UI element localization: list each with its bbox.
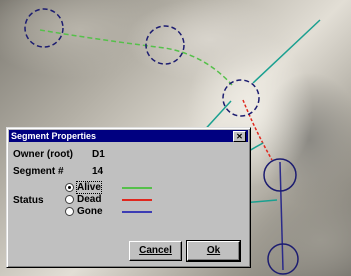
radio-button-icon[interactable] [65,183,74,192]
status-option-label: Dead [77,194,102,205]
status-label: Status [13,195,44,206]
status-option-label: Alive [76,181,102,194]
status-radio-dead[interactable]: Dead [65,194,101,205]
dead-color-swatch [122,199,152,201]
cancel-button[interactable]: Cancel [129,241,182,261]
status-radio-alive[interactable]: Alive [65,181,102,194]
alive-segment-line[interactable] [39,29,233,86]
close-icon: ✕ [236,132,243,141]
alive-color-swatch [122,187,152,189]
ok-button-label: Ok [206,245,221,256]
status-radio-gone[interactable]: Gone [65,206,103,217]
segment-node-ring[interactable] [222,79,260,117]
gone-color-swatch [122,211,152,213]
dialog-title: Segment Properties [11,131,97,141]
cancel-button-label: Cancel [139,245,172,256]
segment-node-ring[interactable] [145,25,185,65]
segment-label: Segment # [13,166,64,177]
segment-node-ring[interactable] [24,8,64,48]
segment-value: 14 [92,166,104,177]
dialog-titlebar[interactable]: Segment Properties ✕ [9,130,248,142]
owner-value: D1 [92,149,105,160]
ok-button[interactable]: Ok [186,240,241,262]
callout-line [252,19,321,84]
gone-segment-line[interactable] [279,161,284,271]
status-option-label: Gone [77,206,103,217]
close-button[interactable]: ✕ [233,131,246,142]
radio-button-icon[interactable] [65,195,74,204]
segment-properties-dialog: Segment Properties ✕ Owner (root) D1 Seg… [6,127,251,268]
owner-label: Owner (root) [13,149,73,160]
radio-button-icon[interactable] [65,207,74,216]
